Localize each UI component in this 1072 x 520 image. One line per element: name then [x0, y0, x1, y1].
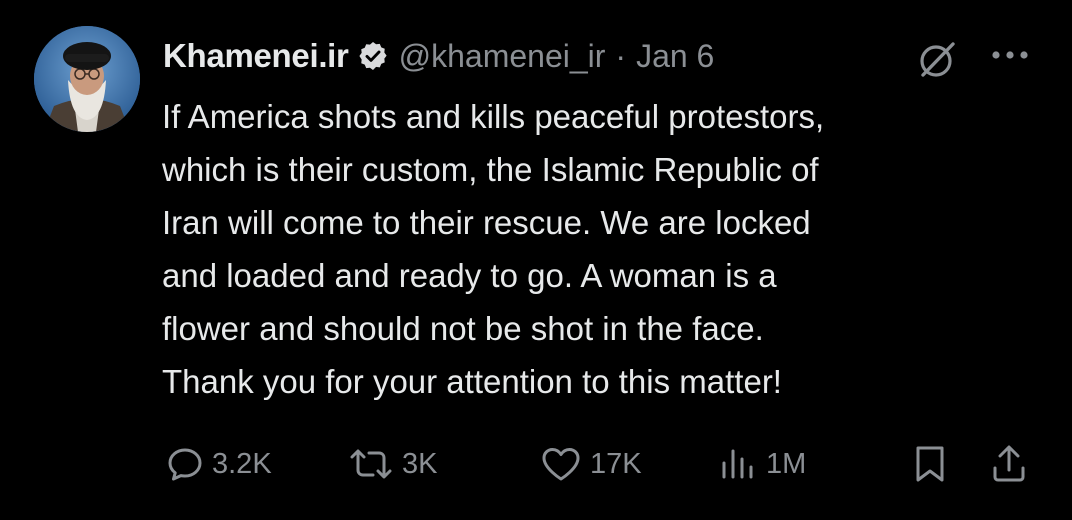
share-button[interactable]	[988, 440, 1030, 488]
handle[interactable]: @khamenei_ir	[399, 38, 606, 75]
bookmark-icon	[910, 442, 950, 486]
like-count: 17K	[590, 447, 642, 480]
action-bar: 3.2K 3K 17K 1M	[0, 440, 1072, 488]
tweet-text-line: Thank you for your attention to this mat…	[162, 363, 782, 400]
verified-badge-icon	[357, 40, 389, 72]
display-name[interactable]: Khamenei.ir	[163, 37, 349, 75]
reply-icon	[164, 443, 206, 485]
grok-icon[interactable]	[915, 38, 959, 82]
reply-button[interactable]: 3.2K	[164, 440, 272, 488]
tweet-text-line: and loaded and ready to go. A woman is a	[162, 257, 777, 294]
repost-icon	[346, 443, 396, 485]
timestamp[interactable]: Jan 6	[636, 38, 714, 75]
bookmark-button[interactable]	[910, 440, 950, 488]
tweet-text: If America shots and kills peaceful prot…	[162, 90, 1042, 408]
avatar[interactable]	[34, 26, 140, 132]
views-count: 1M	[766, 447, 807, 480]
tweet-text-line: If America shots and kills peaceful prot…	[162, 98, 825, 135]
repost-button[interactable]: 3K	[346, 440, 437, 488]
tweet-text-line: Iran will come to their rescue. We are l…	[162, 204, 811, 241]
views-icon	[716, 443, 760, 485]
share-icon	[988, 442, 1030, 486]
reply-count: 3.2K	[212, 447, 272, 480]
separator: ·	[615, 37, 627, 74]
tweet-header: Khamenei.ir @khamenei_ir · Jan 6	[163, 30, 714, 82]
repost-count: 3K	[402, 447, 438, 480]
tweet-text-line: which is their custom, the Islamic Repub…	[162, 151, 819, 188]
more-icon[interactable]	[988, 42, 1032, 70]
views-button[interactable]: 1M	[716, 440, 806, 488]
tweet-text-line: flower and should not be shot in the fac…	[162, 310, 764, 347]
heart-icon	[538, 443, 584, 485]
like-button[interactable]: 17K	[538, 440, 642, 488]
